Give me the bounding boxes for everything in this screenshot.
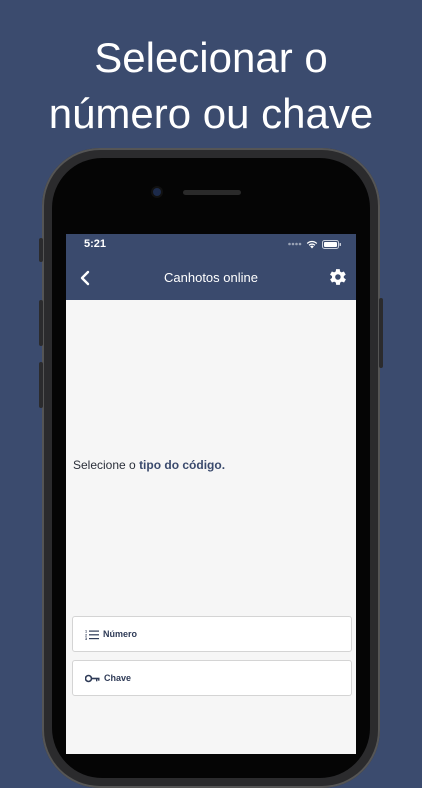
selection-prompt: Selecione o tipo do código. bbox=[73, 458, 225, 472]
battery-icon bbox=[322, 239, 341, 249]
front-camera bbox=[153, 188, 161, 196]
status-icons bbox=[288, 239, 342, 249]
gear-icon[interactable] bbox=[326, 266, 348, 288]
app-screen: 5:21 Canhotos online Selecione o tipo do… bbox=[66, 234, 356, 754]
svg-text:3: 3 bbox=[85, 637, 87, 640]
option-chave-button[interactable]: Chave bbox=[72, 660, 352, 696]
promo-headline: Selecionar o número ou chave bbox=[0, 30, 422, 142]
headline-line-2: número ou chave bbox=[48, 90, 374, 137]
wifi-icon bbox=[306, 240, 318, 248]
status-bar: 5:21 bbox=[66, 234, 356, 254]
prompt-emphasis: tipo do código. bbox=[139, 458, 226, 472]
chevron-left-icon[interactable] bbox=[74, 267, 96, 289]
numbered-list-icon: 1 2 3 bbox=[85, 629, 99, 640]
option-chave-label: Chave bbox=[104, 673, 132, 683]
page-title: Canhotos online bbox=[164, 269, 258, 285]
headline-line-1: Selecionar o bbox=[94, 34, 328, 81]
key-icon bbox=[85, 674, 100, 682]
navigation-bar: Canhotos online bbox=[66, 254, 356, 300]
phone-volume-down bbox=[39, 362, 43, 408]
option-numero-label: Número bbox=[103, 629, 138, 639]
phone-mute-switch bbox=[39, 238, 43, 262]
phone-volume-up bbox=[39, 300, 43, 346]
signal-icon bbox=[288, 242, 302, 246]
phone-power-button bbox=[379, 298, 383, 368]
earpiece-speaker bbox=[183, 190, 241, 195]
prompt-prefix: Selecione o bbox=[73, 458, 136, 472]
content-area: Selecione o tipo do código. 1 2 3 Número… bbox=[66, 300, 356, 754]
status-time: 5:21 bbox=[84, 238, 107, 250]
option-numero-button[interactable]: 1 2 3 Número bbox=[72, 616, 352, 652]
